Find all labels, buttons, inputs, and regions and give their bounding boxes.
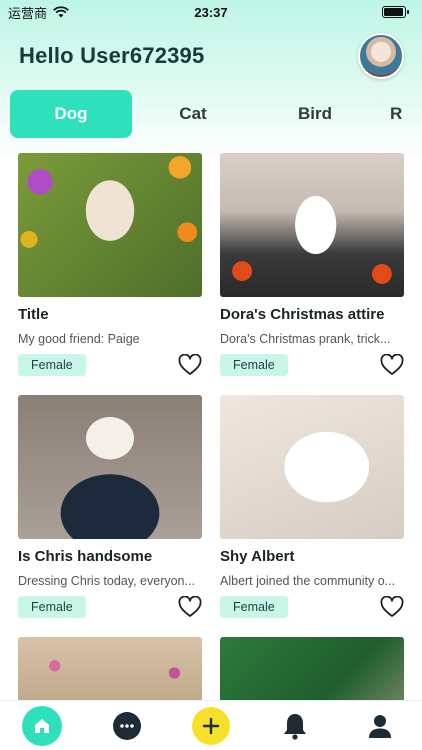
chat-button[interactable]: [112, 711, 141, 740]
nav-notifications[interactable]: [274, 705, 316, 747]
pet-card-title: Dora's Christmas attire: [220, 306, 385, 323]
heart-icon[interactable]: [380, 596, 404, 618]
pet-card-title: Title: [18, 306, 49, 323]
category-tabs: Dog Cat Bird R: [0, 90, 422, 138]
gender-badge: Female: [18, 596, 86, 618]
tab-cat[interactable]: Cat: [132, 90, 254, 138]
gender-badge: Female: [18, 354, 86, 376]
pet-card[interactable]: Shy Albert Albert joined the community o…: [220, 395, 404, 618]
pet-grid: Title My good friend: Paige Female Dora'…: [18, 153, 404, 700]
heart-icon[interactable]: [380, 354, 404, 376]
pet-card-footer: Female: [220, 596, 404, 618]
pet-card[interactable]: [220, 637, 404, 700]
tab-bird[interactable]: Bird: [254, 90, 376, 138]
pet-photo[interactable]: [18, 637, 202, 700]
pet-photo[interactable]: [220, 395, 404, 539]
pet-photo[interactable]: [220, 637, 404, 700]
pet-photo[interactable]: [18, 153, 202, 297]
chat-icon: [119, 723, 134, 728]
home-icon: [35, 718, 50, 733]
battery-fill: [384, 8, 403, 16]
status-left: 运营商: [8, 3, 69, 22]
bell-icon[interactable]: [282, 712, 308, 740]
gender-badge: Female: [220, 354, 288, 376]
heart-icon[interactable]: [178, 596, 202, 618]
pet-photo[interactable]: [18, 395, 202, 539]
pet-card-footer: Female: [220, 354, 404, 376]
pet-card-description: Dora's Christmas prank, trick...: [220, 332, 391, 346]
avatar[interactable]: [358, 33, 404, 79]
pet-card[interactable]: [18, 637, 202, 700]
carrier-label: 运营商: [8, 5, 48, 21]
wifi-icon: [53, 6, 69, 18]
nav-chat[interactable]: [106, 705, 148, 747]
nav-profile[interactable]: [359, 705, 401, 747]
tab-partial[interactable]: R: [376, 90, 422, 138]
pet-card-footer: Female: [18, 596, 202, 618]
user-icon[interactable]: [368, 713, 392, 739]
pet-card-title: Shy Albert: [220, 548, 295, 565]
pet-photo[interactable]: [220, 153, 404, 297]
greeting-title: Hello User672395: [19, 43, 205, 68]
add-icon: [202, 717, 220, 734]
pet-card-description: Dressing Chris today, everyon...: [18, 574, 195, 588]
pet-card-description: Albert joined the community o...: [220, 574, 396, 588]
pet-card[interactable]: Title My good friend: Paige Female: [18, 153, 202, 376]
home-button[interactable]: [22, 705, 63, 746]
add-button[interactable]: [191, 706, 230, 745]
pet-card[interactable]: Dora's Christmas attire Dora's Christmas…: [220, 153, 404, 376]
pet-card-title: Is Chris handsome: [18, 548, 153, 565]
nav-add[interactable]: [190, 705, 232, 747]
pet-card-description: My good friend: Paige: [18, 332, 140, 346]
status-bar: 运营商 23:37: [0, 0, 422, 24]
page-header: Hello User672395: [0, 30, 422, 82]
nav-home[interactable]: [21, 705, 63, 747]
tab-dog[interactable]: Dog: [10, 90, 132, 138]
pet-card[interactable]: Is Chris handsome Dressing Chris today, …: [18, 395, 202, 618]
heart-icon[interactable]: [178, 354, 202, 376]
battery-icon: [382, 6, 409, 18]
bottom-nav: [0, 700, 422, 750]
pet-card-footer: Female: [18, 354, 202, 376]
gender-badge: Female: [220, 596, 288, 618]
